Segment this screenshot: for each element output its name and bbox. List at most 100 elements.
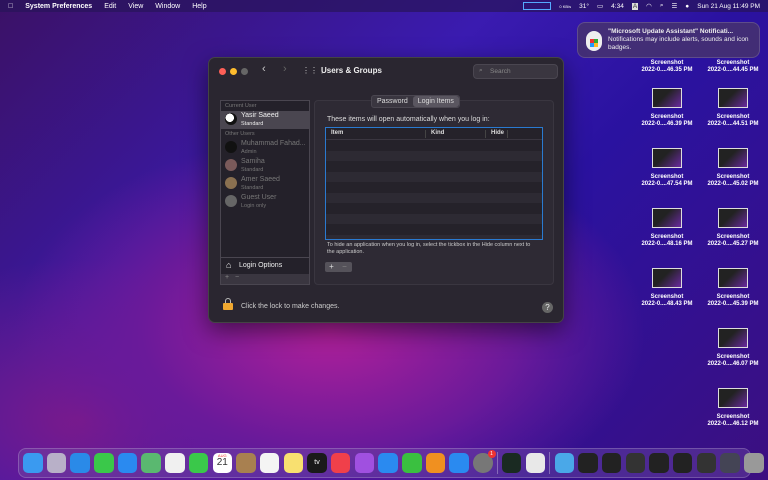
search-input[interactable]: ⌕ Search — [473, 64, 558, 79]
column-hide[interactable]: Hide — [486, 129, 508, 138]
close-button[interactable] — [219, 68, 226, 75]
column-item[interactable]: Item — [326, 129, 426, 138]
control-center-icon[interactable]: ☰ — [671, 2, 677, 10]
activity-monitor-icon[interactable] — [501, 453, 522, 473]
table-row — [326, 161, 542, 172]
music-icon[interactable] — [330, 453, 351, 473]
desktop-file-screenshot[interactable]: Screenshot 2022-0....45.27 PM — [701, 208, 765, 248]
wifi-icon[interactable]: ◠ — [646, 2, 652, 10]
login-options-button[interactable]: ⌂ Login Options — [221, 257, 309, 273]
user-yasir-saeed[interactable]: Yasir Saeed Standard — [221, 111, 309, 129]
desktop-file-screenshot[interactable]: Screenshot 2022-0....44.45 PM — [701, 60, 765, 74]
photos-icon[interactable] — [165, 453, 185, 473]
file-name: Screenshot — [716, 60, 750, 66]
add-user-button[interactable]: + — [225, 274, 229, 281]
file-date: 2022-0....44.51 PM — [707, 121, 759, 127]
login-items-table[interactable]: Item Kind Hide — [325, 127, 543, 240]
desktop-file-screenshot[interactable]: Screenshot 2022-0....48.43 PM — [635, 268, 699, 308]
network-speed[interactable]: 0 KB/s — [559, 4, 571, 9]
desktop-file-screenshot[interactable]: Screenshot 2022-0....48.16 PM — [635, 208, 699, 248]
file-thumbnail — [652, 88, 682, 108]
calendar-icon[interactable]: AUG 21 — [212, 453, 232, 473]
add-remove-control: + − — [325, 262, 352, 272]
file-name: Screenshot — [716, 234, 750, 240]
safari-icon[interactable] — [70, 453, 90, 473]
file-thumbnail — [718, 388, 748, 408]
recent-6-icon[interactable] — [696, 453, 717, 473]
avatar — [225, 195, 237, 207]
maps-icon[interactable] — [141, 453, 161, 473]
recent-7-icon[interactable] — [720, 453, 740, 473]
user-muhammad-fahad[interactable]: Muhammad Fahad... Admin — [221, 139, 309, 157]
remove-item-button[interactable]: − — [338, 262, 351, 272]
desktop-file-screenshot[interactable]: Screenshot 2022-0....46.39 PM — [635, 88, 699, 128]
desktop-file-screenshot[interactable]: Screenshot 2022-0....44.51 PM — [701, 88, 765, 128]
desktop-file-screenshot[interactable]: Screenshot 2022-0....47.54 PM — [635, 148, 699, 188]
cpu-graph-icon[interactable] — [523, 2, 552, 10]
keynote-icon[interactable] — [378, 453, 398, 473]
reminders-icon[interactable] — [259, 453, 280, 473]
temperature[interactable]: 31° — [579, 3, 589, 10]
clock[interactable]: Sun 21 Aug 11:49 PM — [697, 3, 760, 10]
file-date: 2022-0....45.02 PM — [707, 181, 759, 187]
apple-icon[interactable]:  — [8, 3, 13, 10]
podcasts-icon[interactable] — [354, 453, 375, 473]
table-header: Item Kind Hide — [326, 128, 542, 140]
finder-icon[interactable] — [23, 453, 43, 473]
file-date: 2022-0....48.43 PM — [641, 301, 693, 307]
menu-app-name[interactable]: System Preferences — [25, 3, 92, 10]
mail-icon[interactable] — [117, 453, 138, 473]
menu-edit[interactable]: Edit — [104, 3, 116, 10]
trash-icon[interactable] — [744, 453, 764, 473]
desktop-file-screenshot[interactable]: Screenshot 2022-0....46.12 PM — [701, 388, 765, 428]
tv-icon[interactable]: tv — [307, 453, 327, 473]
battery-icon[interactable]: ▭ — [597, 2, 603, 10]
numbers-icon[interactable] — [402, 453, 422, 473]
help-button[interactable]: ? — [542, 302, 553, 313]
tab-password[interactable]: Password — [372, 96, 413, 107]
preview-icon[interactable] — [525, 453, 546, 473]
contacts-icon[interactable] — [236, 453, 256, 473]
user-samiha[interactable]: Samiha Standard — [221, 157, 309, 175]
notification-body: Notifications may include alerts, sounds… — [608, 36, 749, 51]
recent-5-icon[interactable] — [672, 453, 693, 473]
siri-icon[interactable]: ● — [685, 3, 689, 10]
desktop-file-screenshot[interactable]: Screenshot 2022-0....46.35 PM — [635, 60, 699, 74]
file-name: Screenshot — [716, 294, 750, 300]
menu-window[interactable]: Window — [155, 3, 180, 10]
facetime-icon[interactable] — [188, 453, 209, 473]
messages-icon[interactable] — [94, 453, 114, 473]
system-preferences-icon[interactable]: 1 — [473, 450, 496, 473]
menu-help[interactable]: Help — [192, 3, 206, 10]
battery-time[interactable]: 4:34 — [611, 3, 624, 10]
desktop-file-screenshot[interactable]: Screenshot 2022-0....46.07 PM — [701, 328, 765, 368]
spotlight-icon[interactable]: ⌕ — [660, 2, 664, 10]
forward-icon[interactable]: › — [283, 63, 287, 75]
desktop-file-screenshot[interactable]: Screenshot 2022-0....45.39 PM — [701, 268, 765, 308]
table-row — [326, 182, 542, 193]
lock-icon[interactable] — [223, 298, 233, 310]
recent-2-icon[interactable] — [601, 453, 622, 473]
input-source[interactable]: A — [631, 2, 639, 10]
launchpad-icon[interactable] — [46, 453, 67, 473]
notes-icon[interactable] — [283, 453, 304, 473]
recent-3-icon[interactable] — [625, 453, 646, 473]
downloads-folder-icon[interactable] — [554, 453, 574, 473]
recent-4-icon[interactable] — [649, 453, 669, 473]
tab-login-items[interactable]: Login Items — [412, 96, 459, 107]
column-kind[interactable]: Kind — [426, 129, 486, 138]
desktop-file-screenshot[interactable]: Screenshot 2022-0....45.02 PM — [701, 148, 765, 188]
zoom-button[interactable] — [241, 68, 248, 75]
back-icon[interactable]: ‹ — [262, 63, 266, 75]
remove-user-button[interactable]: − — [235, 274, 239, 281]
add-item-button[interactable]: + — [325, 262, 338, 272]
user-guest[interactable]: Guest User Login only — [221, 193, 309, 211]
recent-1-icon[interactable] — [578, 453, 598, 473]
user-amer-saeed[interactable]: Amer Saeed Standard — [221, 175, 309, 193]
minimize-button[interactable] — [230, 68, 237, 75]
pages-icon[interactable] — [425, 453, 446, 473]
user-role: Login only — [241, 203, 267, 209]
app-store-icon[interactable] — [449, 453, 469, 473]
menu-view[interactable]: View — [128, 3, 143, 10]
notification[interactable]: "Microsoft Update Assistant" Notificati.… — [577, 22, 760, 58]
